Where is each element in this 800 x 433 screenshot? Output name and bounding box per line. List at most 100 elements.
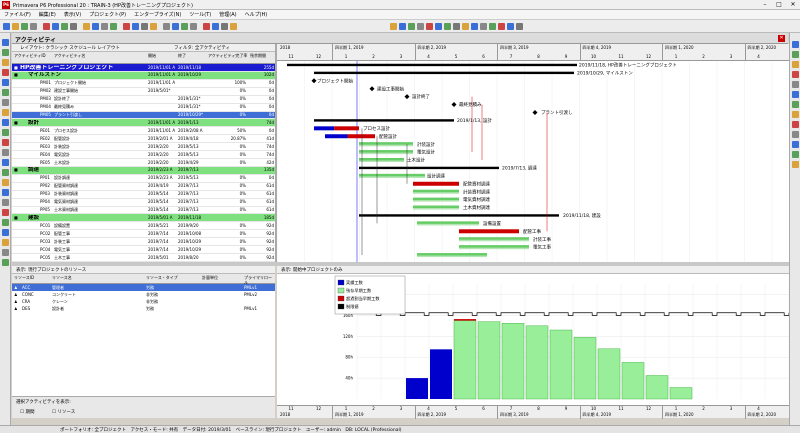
dock-icon[interactable] xyxy=(2,199,9,206)
toolbar-icon[interactable] xyxy=(516,23,523,30)
collapse-icon[interactable]: ■ xyxy=(14,167,19,173)
toolbar-icon[interactable] xyxy=(12,23,19,30)
activity-row[interactable]: PC05 土木工事 2019/5/01 2019/8/20 0% 92d xyxy=(12,254,275,262)
dock-icon[interactable] xyxy=(2,239,9,246)
histogram-toolbar-label[interactable]: 表示: 開始中プロジェクトのみ xyxy=(281,267,342,273)
menu-view[interactable]: 表示(V) xyxy=(60,10,85,20)
toolbar-icon[interactable] xyxy=(390,23,397,30)
resource-row[interactable]: ♟ CONC コンクリート 非労務 PMLv2 xyxy=(12,291,275,298)
activity-row[interactable]: PM02 建設工事開始 2019/5/01* 0% 0d xyxy=(12,88,275,96)
activity-row[interactable]: PP03 計装資材調達 2019/5/14 2019/7/13 0% 61d xyxy=(12,191,275,199)
toolbar-icon[interactable] xyxy=(70,23,77,30)
activity-row[interactable]: PM03 設計終了 2019/1/31* 0% 0d xyxy=(12,96,275,104)
menu-admin[interactable]: 管理(A) xyxy=(215,10,240,20)
activity-row[interactable]: ■ 調達 2019/2/23 A 2019/7/13 135d xyxy=(12,166,275,175)
dock-icon[interactable] xyxy=(2,129,9,136)
toolbar-icon[interactable] xyxy=(399,23,406,30)
menu-project[interactable]: プロジェクト(P) xyxy=(85,10,130,20)
milestone-diamond[interactable] xyxy=(404,94,410,100)
dock-icon[interactable] xyxy=(792,141,799,148)
dock-icon[interactable] xyxy=(2,69,9,76)
filter-label[interactable]: フィルタ: 全アクティビティ xyxy=(174,45,230,51)
dock-icon[interactable] xyxy=(2,159,9,166)
checkbox-resource[interactable]: ☐ リソース xyxy=(52,409,75,415)
milestone-diamond[interactable] xyxy=(451,102,457,108)
toolbar-icon[interactable] xyxy=(462,23,469,30)
collapse-icon[interactable]: ■ xyxy=(14,72,19,78)
activity-row[interactable]: PE04 電気設計 2019/2/20 2019/5/13 0% 74d xyxy=(12,151,275,160)
milestone-diamond[interactable] xyxy=(532,109,538,115)
activity-row[interactable]: PC02 配管工事 2019/7/14 2019/10/08 0% 92d xyxy=(12,230,275,239)
collapse-icon[interactable]: ■ xyxy=(14,65,19,71)
dock-icon[interactable] xyxy=(2,179,9,186)
dock-icon[interactable] xyxy=(2,39,9,46)
toolbar-icon[interactable] xyxy=(489,23,496,30)
toolbar-icon[interactable] xyxy=(417,23,424,30)
toolbar-icon[interactable] xyxy=(181,23,188,30)
col-activity-name[interactable]: アクティビティ名 xyxy=(54,53,144,58)
menu-edit[interactable]: 編集(E) xyxy=(35,10,60,20)
activity-row[interactable]: PM01 プロジェクト開始 2019/11/01 A 100% 0d xyxy=(12,80,275,88)
col-resource-type[interactable]: リソース・タイプ xyxy=(146,275,196,280)
close-button[interactable]: ✕ xyxy=(786,0,800,10)
menu-help[interactable]: ヘルプ(H) xyxy=(241,10,272,20)
resource-row[interactable]: ♟ DES 設計者 労務 PMLv1 xyxy=(12,305,275,312)
toolbar-icon[interactable] xyxy=(3,23,10,30)
toolbar-icon[interactable] xyxy=(52,23,59,30)
maximize-button[interactable]: □ xyxy=(772,0,786,10)
activity-row[interactable]: PP05 土木資材調達 2019/5/14 2019/7/13 0% 61d xyxy=(12,207,275,215)
toolbar-icon[interactable] xyxy=(498,23,505,30)
dock-icon[interactable] xyxy=(2,89,9,96)
dock-icon[interactable] xyxy=(2,119,9,126)
toolbar-icon[interactable] xyxy=(101,23,108,30)
collapse-icon[interactable]: ■ xyxy=(14,120,19,126)
dock-icon[interactable] xyxy=(2,49,9,56)
activity-row[interactable]: PP02 配管資材調達 2019/4/19 2019/7/13 0% 61d xyxy=(12,183,275,191)
summary-bar[interactable] xyxy=(359,166,499,170)
dock-icon[interactable] xyxy=(792,131,799,138)
dock-icon[interactable] xyxy=(792,81,799,88)
collapse-icon[interactable]: ■ xyxy=(14,215,19,221)
activity-row[interactable]: ■ 設計 2019/11/01 A 2019/1/13 74d xyxy=(12,119,275,128)
toolbar-icon[interactable] xyxy=(507,23,514,30)
checkbox-duration[interactable]: ☐ 期間 xyxy=(20,409,34,415)
dock-icon[interactable] xyxy=(2,139,9,146)
dock-icon[interactable] xyxy=(2,99,9,106)
summary-bar[interactable] xyxy=(314,119,454,122)
activity-row[interactable]: PC04 電気工事 2019/7/14 2019/10/29 0% 92d xyxy=(12,246,275,255)
dock-icon[interactable] xyxy=(792,61,799,68)
activity-row[interactable]: PC01 設備設置 2019/5/21 2019/9/20 0% 92d xyxy=(12,222,275,231)
toolbar-icon[interactable] xyxy=(132,23,139,30)
toolbar-icon[interactable] xyxy=(92,23,99,30)
dock-icon[interactable] xyxy=(2,149,9,156)
toolbar-icon[interactable] xyxy=(61,23,68,30)
toolbar-icon[interactable] xyxy=(123,23,130,30)
menu-file[interactable]: ファイル(F) xyxy=(0,10,35,20)
activity-row[interactable]: ■ HP改善トレーニングプロジェクト 2019/11/01 A 2019/11/18 2… xyxy=(12,64,275,72)
col-total-float[interactable]: 残余期間 xyxy=(250,53,274,58)
toolbar-icon[interactable] xyxy=(190,23,197,30)
activity-row[interactable]: PE05 土木設計 2019/2/20 2019/4/29 0% 42d xyxy=(12,159,275,167)
actual-bar[interactable] xyxy=(314,126,335,131)
resource-row[interactable]: ♟ ACC 管理者 労務 PMLv1 xyxy=(12,284,275,291)
dock-icon[interactable] xyxy=(792,161,799,168)
summary-bar[interactable] xyxy=(287,63,577,67)
activity-row[interactable]: ■ 建設 2019/5/01 A 2019/11/18 185d xyxy=(12,214,275,223)
toolbar-icon[interactable] xyxy=(21,23,28,30)
col-complete[interactable]: アクティビティ完了率 xyxy=(208,53,248,58)
activity-row[interactable]: PE02 配管設計 2019/2/01 A 2019/4/18 20.87% 41d xyxy=(12,135,275,144)
col-resource-name[interactable]: リソース名 xyxy=(52,275,142,280)
dock-icon[interactable] xyxy=(2,219,9,226)
dock-icon[interactable] xyxy=(2,169,9,176)
dock-icon[interactable] xyxy=(792,111,799,118)
dock-icon[interactable] xyxy=(792,51,799,58)
dock-icon[interactable] xyxy=(792,91,799,98)
dock-icon[interactable] xyxy=(792,71,799,78)
dock-icon[interactable] xyxy=(2,229,9,236)
dock-icon[interactable] xyxy=(792,41,799,48)
toolbar-icon[interactable] xyxy=(221,23,228,30)
resource-row[interactable]: ♟ CRA クレーン 非労務 xyxy=(12,298,275,305)
toolbar-icon[interactable] xyxy=(43,23,50,30)
toolbar-icon[interactable] xyxy=(471,23,478,30)
resources-toolbar-label[interactable]: 表示: 現行プロジェクトのリソース xyxy=(16,267,86,273)
